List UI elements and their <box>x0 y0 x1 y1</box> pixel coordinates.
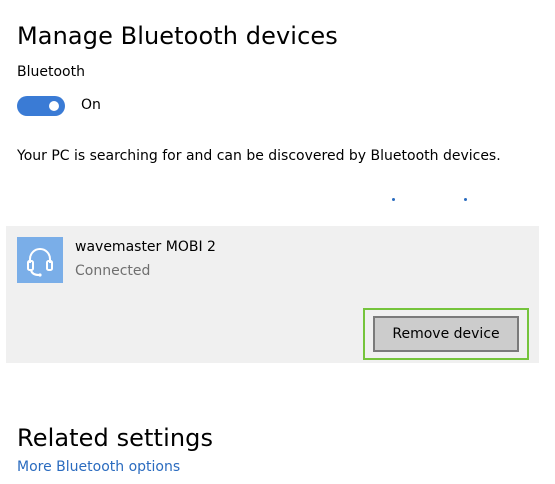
headset-icon <box>17 237 63 283</box>
remove-device-highlight: Remove device <box>363 308 529 360</box>
toggle-state-label: On <box>81 97 101 113</box>
device-name: wavemaster MOBI 2 <box>75 239 216 255</box>
bluetooth-label: Bluetooth <box>17 64 85 80</box>
bluetooth-status-text: Your PC is searching for and can be disc… <box>17 148 501 164</box>
remove-device-button[interactable]: Remove device <box>373 316 519 352</box>
searching-dot <box>392 198 395 201</box>
searching-dot <box>464 198 467 201</box>
page-title: Manage Bluetooth devices <box>17 22 338 51</box>
bluetooth-toggle[interactable] <box>17 96 65 116</box>
more-bluetooth-options-link[interactable]: More Bluetooth options <box>17 459 180 475</box>
related-settings-title: Related settings <box>17 423 214 452</box>
device-item[interactable]: wavemaster MOBI 2 Connected Remove devic… <box>6 226 539 363</box>
device-status: Connected <box>75 263 151 279</box>
toggle-knob <box>49 101 59 111</box>
